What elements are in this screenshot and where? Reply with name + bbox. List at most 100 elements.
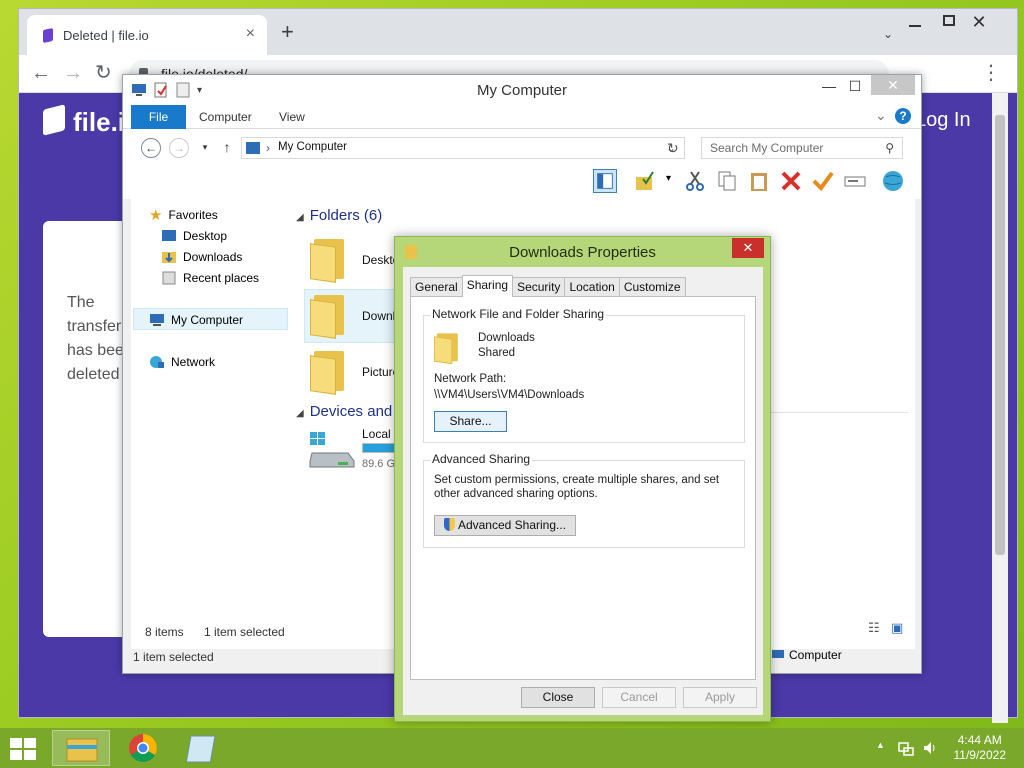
share-button[interactable]: Share...: [434, 411, 507, 432]
help-icon[interactable]: ?: [895, 108, 911, 124]
browser-menu-button[interactable]: ⋮: [981, 63, 1001, 83]
page-scrollbar[interactable]: [992, 93, 1008, 723]
recent-locations-icon[interactable]: ▾: [195, 138, 215, 158]
downloads-folder-icon[interactable]: [310, 293, 346, 339]
forward-button[interactable]: →: [63, 63, 83, 83]
nav-downloads-label: Downloads: [183, 250, 243, 264]
cancel-button[interactable]: Cancel: [602, 687, 676, 708]
tab-general[interactable]: General: [410, 277, 463, 297]
taskbar-file-explorer[interactable]: [52, 730, 110, 766]
browser-tab[interactable]: Deleted | file.io ×: [27, 15, 267, 55]
ribbon-collapse-icon[interactable]: ⌄: [875, 107, 887, 124]
back-button[interactable]: ←: [31, 63, 51, 83]
up-button[interactable]: ↑: [217, 138, 237, 158]
pictures-folder-icon[interactable]: [310, 349, 346, 395]
ribbon-tabs: File Computer View ⌄ ?: [123, 105, 921, 129]
advanced-sharing-group: Advanced Sharing Set custom permissions,…: [423, 452, 745, 548]
close-button[interactable]: Close: [521, 687, 595, 708]
scrollbar-thumb[interactable]: [995, 115, 1005, 555]
ribbon-tab-file[interactable]: File: [131, 105, 186, 129]
shared-folder-icon: [434, 332, 459, 365]
explorer-minimize-button[interactable]: —: [815, 75, 843, 97]
tab-customize[interactable]: Customize: [618, 277, 686, 297]
properties-close-button[interactable]: ✕: [732, 238, 764, 258]
browser-close-button[interactable]: ✕: [957, 9, 1001, 37]
tab-sharing[interactable]: Sharing: [461, 275, 514, 297]
explorer-forward-button[interactable]: →: [169, 138, 189, 158]
network-status-icon[interactable]: [898, 740, 914, 756]
volume-icon[interactable]: [922, 740, 938, 756]
login-link[interactable]: Log In: [915, 109, 971, 132]
collapse-arrow-icon: ◢: [296, 408, 304, 419]
details-status: 1 item selected: [133, 650, 214, 664]
nav-item-network[interactable]: Network: [149, 352, 215, 372]
dropdown-arrow-icon[interactable]: ▾: [666, 173, 671, 184]
address-text: My Computer: [278, 141, 348, 153]
nav-item-downloads[interactable]: Downloads: [161, 247, 242, 267]
copy-icon[interactable]: [715, 169, 739, 193]
explorer-titlebar: ▾ My Computer — ☐ ✕: [123, 75, 921, 105]
checkmark-icon[interactable]: [811, 169, 835, 193]
delete-icon[interactable]: [779, 169, 803, 193]
computer-icon: [772, 650, 784, 658]
status-item-count: 8 items: [145, 625, 184, 639]
explorer-back-button[interactable]: ←: [141, 138, 161, 158]
explorer-close-button[interactable]: ✕: [871, 75, 915, 95]
search-icon[interactable]: ⚲: [885, 141, 894, 155]
explorer-maximize-button[interactable]: ☐: [841, 75, 869, 97]
details-view-icon[interactable]: ☷: [868, 620, 880, 636]
large-icons-view-icon[interactable]: ▣: [891, 620, 903, 636]
folders-group-header[interactable]: ◢ Folders (6): [296, 207, 382, 224]
preview-pane-icon[interactable]: [593, 169, 617, 193]
command-bar: ▾: [123, 163, 921, 199]
tab-close-icon[interactable]: ×: [246, 25, 255, 43]
computer-icon: [246, 142, 260, 154]
advanced-sharing-button[interactable]: Advanced Sharing...: [434, 515, 576, 536]
properties-dialog: Downloads Properties ✕ General Sharing S…: [394, 236, 771, 722]
tab-location[interactable]: Location: [564, 277, 620, 297]
local-disk-icon[interactable]: [308, 431, 356, 471]
cut-icon[interactable]: [683, 169, 707, 193]
nav-item-recent-places[interactable]: Recent places: [161, 268, 259, 288]
chrome-icon: [129, 734, 157, 762]
refresh-icon[interactable]: ↻: [667, 140, 679, 157]
apply-button[interactable]: Apply: [683, 687, 757, 708]
address-separator-icon[interactable]: ›: [266, 141, 270, 155]
nav-my-computer-label: My Computer: [171, 313, 244, 327]
explorer-search-input[interactable]: Search My Computer ⚲: [701, 137, 903, 159]
nav-item-desktop[interactable]: Desktop: [161, 226, 227, 246]
folders-group-label: Folders (6): [309, 207, 383, 224]
desktop-icon: [162, 230, 176, 241]
nav-item-favorites[interactable]: ★ Favorites: [149, 205, 218, 225]
network-globe-icon[interactable]: [881, 169, 905, 193]
nav-desktop-label: Desktop: [183, 229, 228, 243]
tab-search-icon[interactable]: ⌄: [883, 27, 893, 41]
nav-recent-label: Recent places: [183, 271, 260, 285]
navigation-pane: ★ Favorites Desktop Downloads Recent pla…: [131, 199, 296, 619]
start-button[interactable]: [10, 738, 38, 760]
taskbar-notepad[interactable]: [176, 730, 234, 766]
shared-folder-name: Downloads: [478, 332, 535, 344]
nav-item-my-computer[interactable]: My Computer: [149, 310, 243, 330]
uac-shield-icon: [443, 518, 455, 531]
rename-icon[interactable]: [843, 169, 867, 193]
explorer-address-bar[interactable]: › My Computer ⌄: [241, 137, 685, 159]
taskbar-chrome[interactable]: [114, 730, 172, 766]
tab-security[interactable]: Security: [512, 277, 566, 297]
address-row: ← → ▾ ↑ › My Computer ⌄ ↻ Search My Comp…: [123, 129, 921, 163]
recent-places-icon: [162, 271, 176, 285]
browser-minimize-button[interactable]: [905, 13, 925, 33]
shared-folder-state: Shared: [478, 347, 516, 359]
tray-overflow-icon[interactable]: ▲: [876, 740, 885, 750]
taskbar-clock[interactable]: 4:44 AM 11/9/2022: [954, 733, 1007, 763]
new-tab-button[interactable]: +: [281, 21, 294, 43]
reload-button[interactable]: ↻: [95, 63, 112, 83]
paste-icon[interactable]: [747, 169, 771, 193]
folder-icon[interactable]: [310, 237, 346, 283]
ribbon-tab-view[interactable]: View: [279, 110, 305, 124]
windows-logo-icon: [10, 738, 22, 748]
browser-maximize-button[interactable]: [943, 15, 955, 26]
details-computer-label: Computer: [789, 648, 842, 662]
folder-options-icon[interactable]: [633, 169, 657, 193]
ribbon-tab-computer[interactable]: Computer: [199, 110, 252, 124]
